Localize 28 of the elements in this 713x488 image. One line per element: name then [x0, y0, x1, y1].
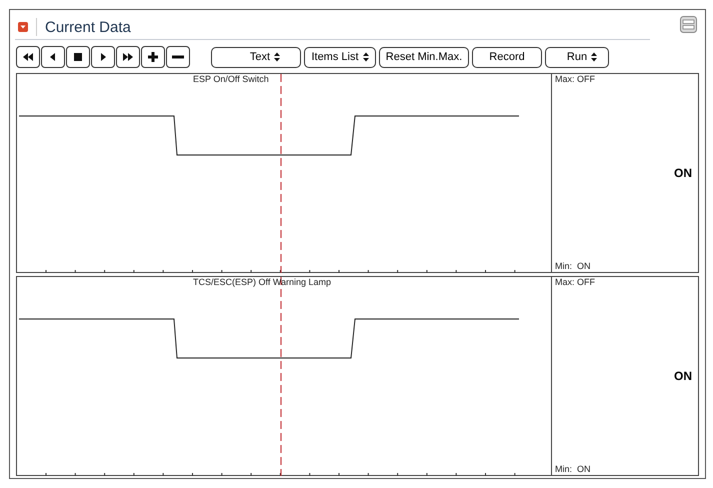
fast-forward-button[interactable] — [116, 46, 140, 68]
min-label: Min: ON — [555, 465, 592, 474]
action-button[interactable]: Record — [472, 46, 542, 68]
graph-title: ESP On/Off Switch — [193, 75, 269, 84]
min-label: Min: ON — [555, 262, 592, 271]
panel-title: Current Data — [45, 20, 131, 34]
stop-button[interactable] — [66, 46, 90, 68]
step-back-button[interactable] — [41, 46, 65, 68]
max-label: Max: OFF — [555, 75, 596, 84]
action-button[interactable]: Reset Min.Max. — [379, 46, 469, 68]
max-label: Max: OFF — [555, 278, 596, 287]
value-text: ON — [674, 167, 692, 179]
dropdown[interactable]: Text — [211, 46, 301, 68]
cursor-line[interactable] — [280, 74, 282, 273]
dropdown[interactable]: Items List — [304, 46, 376, 68]
value-text: ON — [674, 370, 692, 382]
rewind-button[interactable] — [16, 46, 40, 68]
menu-icon[interactable] — [680, 16, 697, 33]
spinner-icon — [591, 52, 598, 62]
spinner-icon — [274, 52, 280, 62]
zoom-out-button[interactable] — [166, 46, 190, 68]
collapse-icon[interactable] — [18, 22, 28, 32]
play-button[interactable] — [91, 46, 115, 68]
spinner-icon — [362, 52, 369, 62]
plus-icon — [145, 50, 161, 64]
zoom-in-button[interactable] — [141, 46, 165, 68]
dropdown[interactable]: Run — [545, 46, 609, 68]
cursor-line[interactable] — [280, 277, 282, 476]
